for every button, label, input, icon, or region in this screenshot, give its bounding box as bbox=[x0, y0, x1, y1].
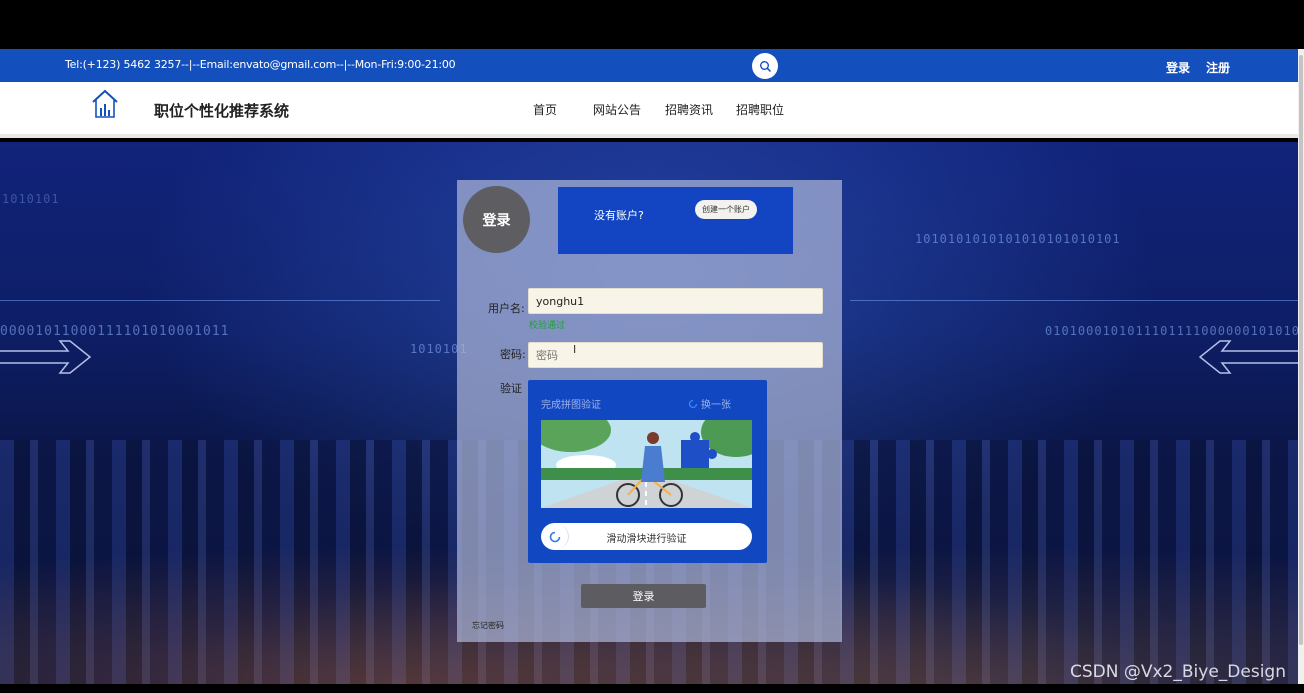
captcha-title: 完成拼图验证 bbox=[541, 400, 601, 411]
watermark: CSDN @Vx2_Biye_Design bbox=[1070, 662, 1286, 682]
captcha-slider[interactable]: 滑动滑块进行验证 bbox=[541, 523, 752, 550]
nav-item-job-positions[interactable]: 招聘职位 bbox=[736, 101, 784, 118]
signup-box: 没有账户? 创建一个账户 bbox=[558, 187, 793, 254]
captcha-refresh-label: 换一张 bbox=[701, 400, 731, 411]
top-info-bar: Tel:(+123) 5462 3257--|--Email:envato@gm… bbox=[0, 49, 1298, 82]
binary-text-right-top: 1010101010101010101010101 bbox=[915, 232, 1121, 246]
username-input[interactable] bbox=[528, 288, 823, 314]
light-ray-right bbox=[850, 300, 1298, 301]
password-label: 密码: bbox=[500, 348, 526, 361]
register-link[interactable]: 注册 bbox=[1206, 59, 1230, 76]
contact-info: Tel:(+123) 5462 3257--|--Email:envato@gm… bbox=[65, 58, 456, 71]
home-chart-logo-icon[interactable] bbox=[91, 89, 119, 119]
nav-item-home[interactable]: 首页 bbox=[533, 101, 557, 118]
nav-item-announcements[interactable]: 网站公告 bbox=[593, 101, 641, 118]
search-icon bbox=[759, 60, 771, 72]
arrow-right-icon bbox=[0, 340, 92, 374]
captcha-label: 验证 bbox=[500, 382, 522, 395]
login-submit-button[interactable]: 登录 bbox=[581, 584, 706, 608]
bottom-letterbox bbox=[0, 684, 1304, 693]
search-button[interactable] bbox=[752, 53, 778, 79]
login-link[interactable]: 登录 bbox=[1166, 59, 1190, 76]
arrow-left-icon bbox=[1198, 340, 1298, 374]
site-title: 职位个性化推荐系统 bbox=[154, 102, 290, 120]
top-letterbox bbox=[0, 0, 1304, 49]
light-ray-left bbox=[0, 300, 440, 301]
scrollbar-thumb[interactable] bbox=[1299, 55, 1303, 645]
captcha-puzzle-image bbox=[541, 420, 752, 508]
main-navbar: 职位个性化推荐系统 首页 网站公告 招聘资讯 招聘职位 bbox=[0, 82, 1298, 138]
refresh-icon bbox=[688, 399, 698, 408]
nav-item-recruit-news[interactable]: 招聘资讯 bbox=[665, 101, 713, 118]
text-cursor: I bbox=[573, 343, 577, 356]
slider-text: 滑动滑块进行验证 bbox=[606, 534, 687, 545]
username-valid-hint: 校验通过 bbox=[529, 321, 566, 331]
binary-text-right: 0101000101011101111000000101010000 bbox=[1045, 324, 1298, 338]
page-scrollbar[interactable] bbox=[1298, 49, 1304, 684]
binary-text-left-top: 1010101 bbox=[2, 192, 60, 206]
captcha-refresh-button[interactable]: 换一张 bbox=[688, 396, 731, 411]
username-label: 用户名: bbox=[488, 302, 525, 315]
forgot-password-link[interactable]: 忘记密码 bbox=[472, 620, 504, 631]
create-account-button[interactable]: 创建一个账户 bbox=[695, 200, 757, 219]
no-account-text: 没有账户? bbox=[594, 209, 644, 222]
login-title: 登录 bbox=[463, 186, 530, 253]
captcha-widget: 完成拼图验证 换一张 滑动滑块进行验证 bbox=[528, 380, 767, 563]
